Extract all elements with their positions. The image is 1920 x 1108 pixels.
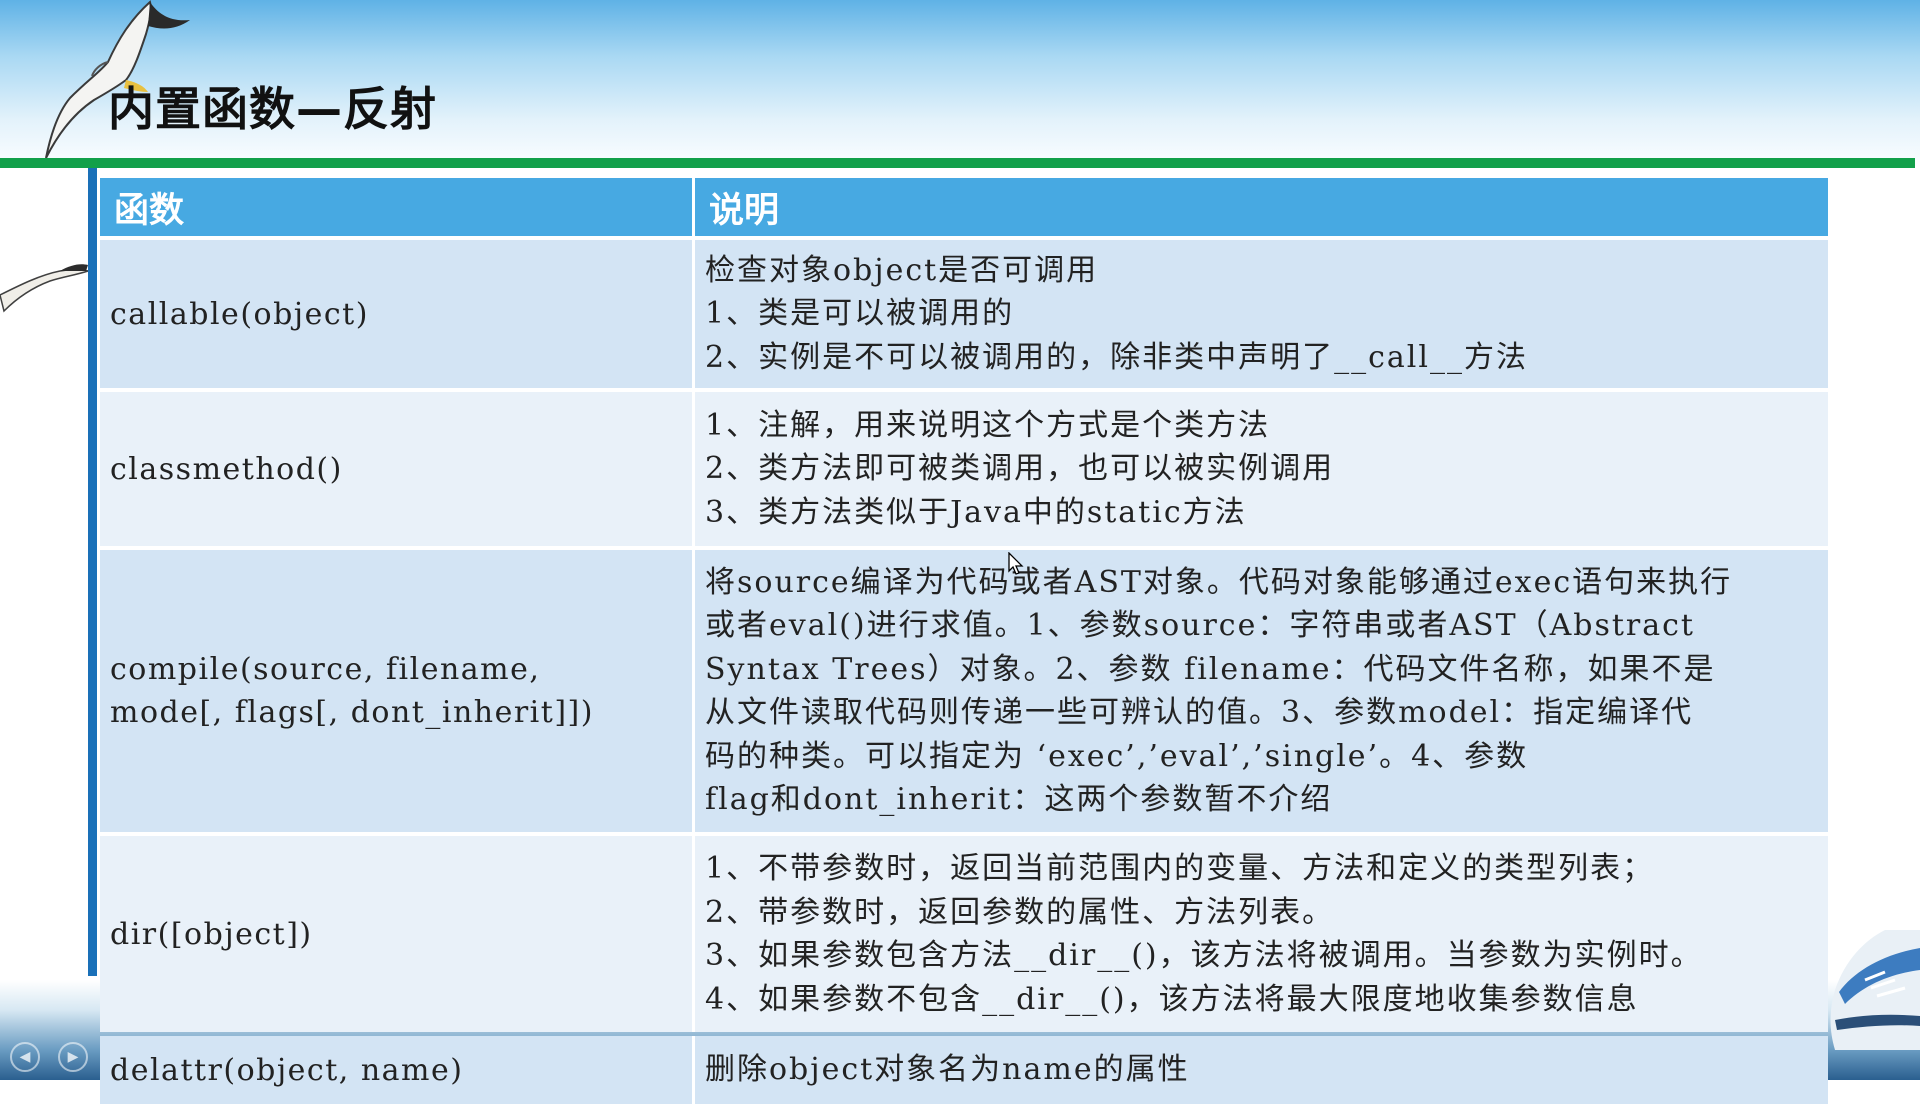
description-line: 4、如果参数不包含__dir__()，该方法将最大限度地收集参数信息 — [705, 981, 1639, 1017]
description-line: flag和dont_inherit：这两个参数暂不介绍 — [705, 782, 1333, 817]
table-row: classmethod() 1、注解，用来说明这个方式是个类方法 2、类方法即可… — [100, 392, 1828, 546]
description-line: 3、如果参数包含方法__dir__()，该方法将被调用。当参数为实例时。 — [705, 938, 1703, 973]
description-line: 1、注解，用来说明这个方式是个类方法 — [705, 407, 1271, 443]
function-name: classmethod() — [110, 451, 343, 487]
table-row: delattr(object, name) 删除object对象名为name的属… — [100, 1036, 1828, 1104]
function-table: 函数 说明 callable(object) 检查对象object是否可调用 1… — [100, 174, 1828, 1108]
description-line: 1、类是可以被调用的 — [705, 296, 1015, 332]
description-cell: 将source编译为代码或者AST对象。代码对象能够通过exec语句来执行 或者… — [695, 550, 1828, 832]
ship-icon — [1830, 930, 1920, 1050]
function-cell: compile(source, filename, mode[, flags[,… — [100, 550, 695, 832]
description-line: 2、类方法即可被类调用，也可以被实例调用 — [705, 451, 1335, 487]
description-line: 码的种类。可以指定为 ‘exec’,’eval’,’single’。4、参数 — [705, 738, 1529, 774]
description-line: 1、不带参数时，返回当前范围内的变量、方法和定义的类型列表； — [705, 851, 1655, 886]
function-name: dir([object]) — [110, 916, 313, 952]
description-cell: 删除object对象名为name的属性 — [695, 1036, 1828, 1104]
description-line: Syntax Trees）对象。2、参数 filename：代码文件名称，如果不… — [705, 651, 1716, 687]
nav-next-icon[interactable]: ▶ — [58, 1042, 88, 1072]
function-cell: callable(object) — [100, 240, 695, 388]
description-line: 3、类方法类似于Java中的static方法 — [705, 494, 1247, 530]
page-title: 内置函数—反射 — [108, 82, 437, 136]
description-line: 2、带参数时，返回参数的属性、方法列表。 — [705, 894, 1335, 930]
title-divider — [0, 158, 1915, 168]
column-header-description: 说明 — [695, 178, 1828, 236]
description-line: 删除object对象名为name的属性 — [705, 1052, 1190, 1088]
seagull-icon — [0, 264, 90, 313]
description-line: 2、实例是不可以被调用的，除非类中声明了__call__方法 — [705, 339, 1528, 375]
description-line: 将source编译为代码或者AST对象。代码对象能够通过exec语句来执行 — [705, 564, 1733, 600]
column-header-function: 函数 — [100, 178, 695, 236]
table-row: callable(object) 检查对象object是否可调用 1、类是可以被… — [100, 240, 1828, 388]
table-row: compile(source, filename, mode[, flags[,… — [100, 550, 1828, 832]
function-name: mode[, flags[, dont_inherit]]) — [110, 695, 594, 730]
description-cell: 1、不带参数时，返回当前范围内的变量、方法和定义的类型列表； 2、带参数时，返回… — [695, 836, 1828, 1032]
table-header-row: 函数 说明 — [100, 178, 1828, 236]
slide-canvas: 内置函数—反射 函数 说明 callable(object) 检查对象objec… — [0, 0, 1920, 1104]
function-name: compile(source, filename, — [110, 652, 541, 687]
function-name: callable(object) — [110, 296, 369, 332]
reflection-table: 函数 说明 callable(object) 检查对象object是否可调用 1… — [100, 174, 1828, 1108]
table-row: dir([object]) 1、不带参数时，返回当前范围内的变量、方法和定义的类… — [100, 836, 1828, 1032]
cursor-icon — [1008, 552, 1024, 575]
description-cell: 1、注解，用来说明这个方式是个类方法 2、类方法即可被类调用，也可以被实例调用 … — [695, 392, 1828, 546]
nav-prev-icon[interactable]: ◀ — [10, 1042, 40, 1072]
description-line: 或者eval()进行求值。1、参数source：字符串或者AST（Abstrac… — [705, 608, 1695, 643]
function-cell: classmethod() — [100, 392, 695, 546]
slide-navigation: ◀ ▶ — [6, 1038, 296, 1076]
description-line: 从文件读取代码则传递一些可辨认的值。3、参数model：指定编译代 — [705, 695, 1694, 730]
side-accent-bar — [88, 168, 97, 976]
description-line: 检查对象object是否可调用 — [705, 252, 1099, 288]
function-cell: dir([object]) — [100, 836, 695, 1032]
description-cell: 检查对象object是否可调用 1、类是可以被调用的 2、实例是不可以被调用的，… — [695, 240, 1828, 388]
